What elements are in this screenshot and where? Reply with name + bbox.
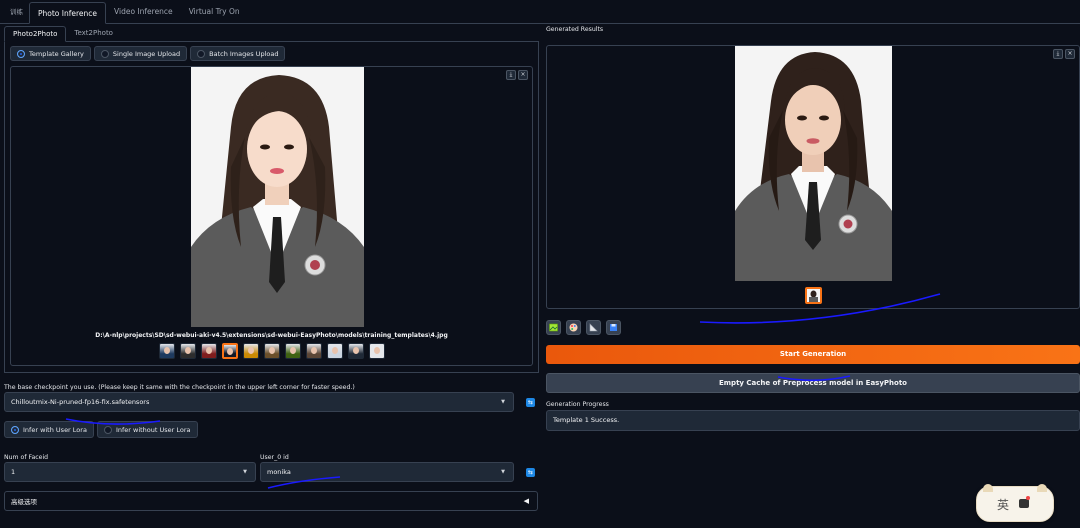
ime-floating-widget[interactable]: 英: [976, 484, 1054, 522]
ime-shirt-icon: [1019, 499, 1029, 508]
ime-language-indicator: 英: [997, 498, 1010, 512]
ime-notification-dot-icon: [1026, 496, 1030, 500]
annotation-underline-result: [699, 293, 941, 324]
annotation-overlay: [65, 293, 941, 489]
annotation-underline-userid: [267, 476, 341, 489]
ime-ear-right: [1037, 484, 1047, 492]
ime-ear-left: [983, 484, 993, 492]
annotation-underline-lora: [65, 418, 161, 425]
annotation-underline-start: [777, 375, 851, 382]
